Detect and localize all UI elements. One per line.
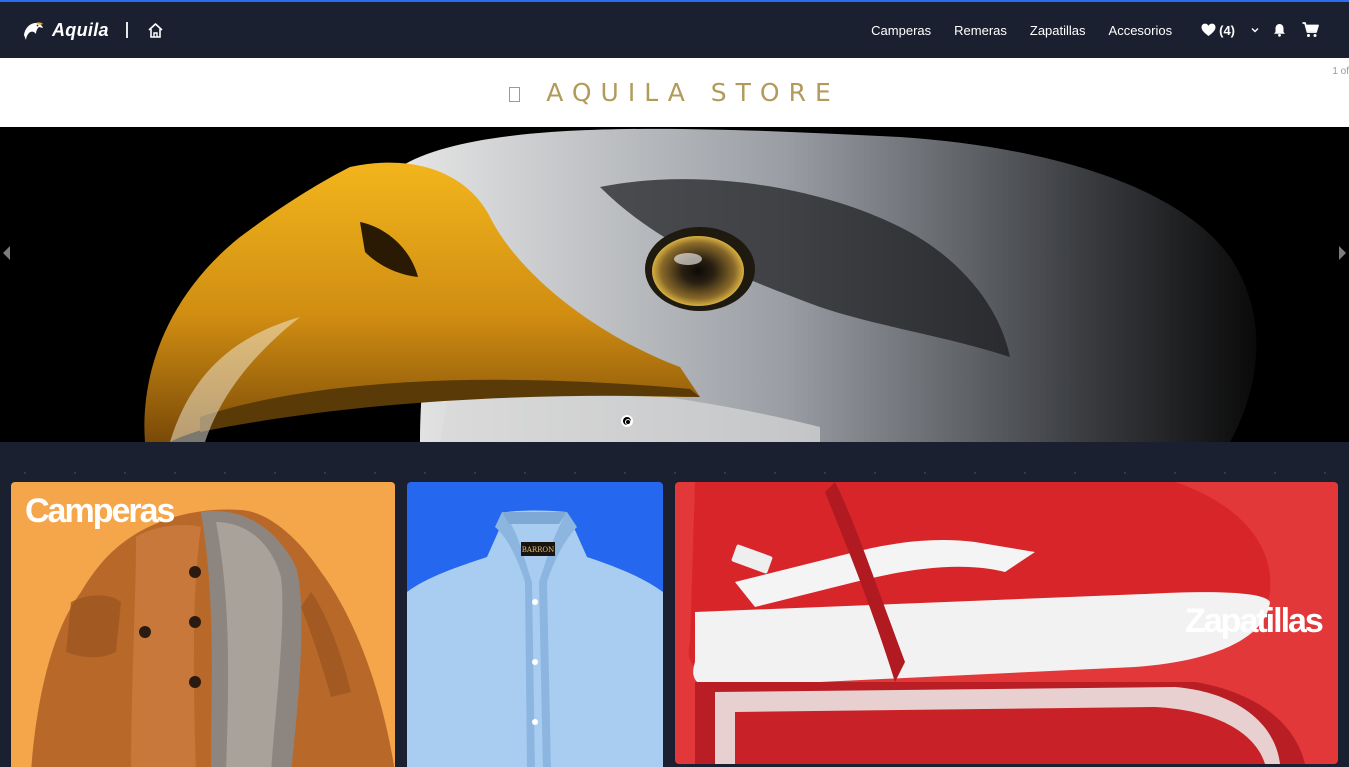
- category-card-camperas[interactable]: Camperas: [11, 482, 395, 767]
- favorites-button[interactable]: (4): [1201, 23, 1235, 38]
- category-label-camperas: Camperas: [25, 492, 175, 530]
- brand[interactable]: Aquila: [22, 19, 109, 41]
- nav-link-accesorios[interactable]: Accesorios: [1109, 23, 1173, 38]
- shirt-label-text: BARRON: [522, 546, 555, 554]
- store-title-text: AQUILA STORE: [546, 78, 840, 107]
- missing-glyph-icon: [509, 87, 521, 102]
- nav-link-remeras[interactable]: Remeras: [954, 23, 1007, 38]
- category-label-zapatillas: Zapatillas: [1185, 602, 1324, 640]
- cart-icon[interactable]: [1302, 22, 1319, 38]
- nav-links: Camperas Remeras Zapatillas Accesorios (…: [871, 2, 1349, 58]
- home-icon[interactable]: [146, 20, 166, 40]
- eagle-hero-image: [0, 127, 1349, 442]
- store-title: AQUILA STORE: [509, 78, 840, 107]
- carousel-next-button[interactable]: [1335, 243, 1349, 263]
- brand-separator: [125, 22, 128, 38]
- bell-icon[interactable]: [1273, 23, 1286, 37]
- category-card-zapatillas[interactable]: Zapatillas: [675, 482, 1338, 764]
- store-title-band: AQUILA STORE 1 of: [0, 58, 1349, 127]
- carousel-prev-button[interactable]: [0, 243, 14, 263]
- hero-carousel: [0, 127, 1349, 442]
- section-divider: [0, 472, 1349, 476]
- heart-icon: [1201, 23, 1216, 36]
- nav-link-zapatillas[interactable]: Zapatillas: [1030, 23, 1086, 38]
- brand-name: Aquila: [52, 19, 109, 40]
- nav-link-camperas[interactable]: Camperas: [871, 23, 931, 38]
- eagle-logo-icon: [24, 22, 43, 40]
- favorites-count: (4): [1219, 22, 1235, 38]
- chevron-down-icon[interactable]: [1249, 24, 1261, 36]
- carousel-dot[interactable]: [621, 415, 633, 427]
- category-card-remeras[interactable]: BARRON: [407, 482, 663, 767]
- top-navbar: Aquila Camperas Remeras Zapatillas Acces…: [0, 0, 1349, 58]
- shirt-image: BARRON: [407, 510, 663, 767]
- slide-counter: 1 of: [1332, 66, 1349, 77]
